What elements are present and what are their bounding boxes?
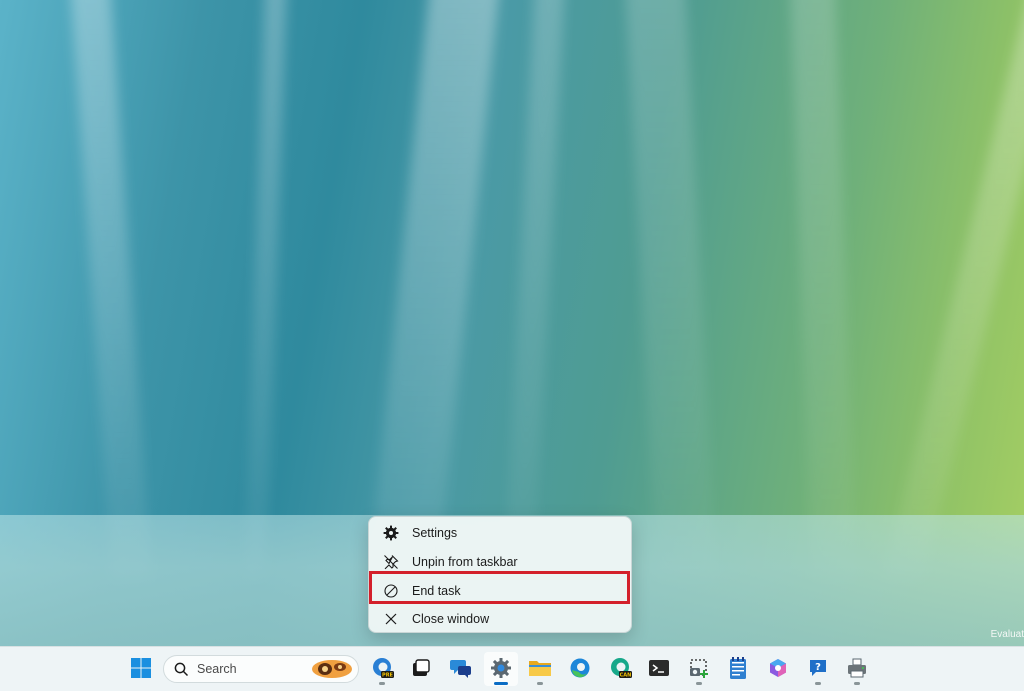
- windows-logo-icon: [130, 657, 152, 682]
- search-placeholder: Search: [197, 662, 237, 676]
- taskbar-app-copilot[interactable]: [761, 652, 795, 686]
- taskbar-app-notepad[interactable]: [721, 652, 755, 686]
- running-indicator: [537, 682, 543, 685]
- taskbar-app-get-help[interactable]: ?: [801, 652, 835, 686]
- notepad-icon: [728, 656, 748, 683]
- taskbar-app-edge[interactable]: [563, 652, 597, 686]
- copilot-icon: [767, 657, 789, 682]
- terminal-icon: [648, 658, 670, 681]
- task-view-icon: [410, 657, 432, 682]
- running-indicator: [696, 682, 702, 685]
- taskbar-app-file-explorer[interactable]: [523, 652, 557, 686]
- menu-item-label: Settings: [412, 526, 458, 540]
- chat-icon: [449, 656, 473, 683]
- unpin-icon: [382, 553, 400, 571]
- printer-icon: [846, 657, 868, 682]
- taskbar: Search PRE CAN ?: [0, 646, 1024, 691]
- svg-text:?: ?: [815, 662, 821, 673]
- running-indicator: [379, 682, 385, 685]
- menu-item-close-window[interactable]: Close window: [373, 606, 629, 632]
- search-highlight-image-icon: [310, 658, 354, 680]
- menu-item-label: Close window: [412, 612, 490, 626]
- edge-canary-badge: CAN: [620, 672, 632, 678]
- folder-icon: [528, 657, 552, 682]
- close-icon: [382, 610, 400, 628]
- edge-canary-icon: CAN: [608, 656, 632, 683]
- taskbar-app-printer[interactable]: [840, 652, 874, 686]
- menu-item-end-task[interactable]: End task: [373, 578, 629, 604]
- taskbar-search-box[interactable]: Search: [163, 655, 359, 683]
- taskbar-app-edge-canary[interactable]: CAN: [603, 652, 637, 686]
- start-button[interactable]: [124, 652, 158, 686]
- menu-item-settings[interactable]: Settings: [373, 520, 629, 546]
- taskbar-app-settings[interactable]: [484, 652, 518, 686]
- running-indicator: [854, 682, 860, 685]
- edge-icon: [569, 657, 591, 682]
- edge-preview-icon: PRE: [370, 656, 394, 683]
- taskbar-app-edge-preview[interactable]: PRE: [365, 652, 399, 686]
- taskbar-app-snipping-tool[interactable]: [682, 652, 716, 686]
- help-icon: ?: [807, 657, 829, 682]
- settings-gear-icon: [490, 657, 512, 682]
- snipping-tool-icon: [688, 657, 710, 682]
- taskbar-app-chat[interactable]: [444, 652, 478, 686]
- edge-preview-badge: PRE: [382, 672, 394, 678]
- taskbar-context-menu: Settings Unpin from taskbar End task Clo…: [368, 516, 632, 633]
- evaluation-watermark: Evaluat: [990, 629, 1024, 640]
- taskbar-app-task-view[interactable]: [404, 652, 438, 686]
- end-task-icon: [382, 582, 400, 600]
- gear-icon: [382, 524, 400, 542]
- search-icon: [174, 662, 189, 677]
- active-indicator: [494, 682, 508, 685]
- running-indicator: [815, 682, 821, 685]
- menu-item-label: Unpin from taskbar: [412, 555, 518, 569]
- menu-item-label: End task: [412, 584, 461, 598]
- taskbar-app-terminal[interactable]: [642, 652, 676, 686]
- menu-item-unpin[interactable]: Unpin from taskbar: [373, 549, 629, 575]
